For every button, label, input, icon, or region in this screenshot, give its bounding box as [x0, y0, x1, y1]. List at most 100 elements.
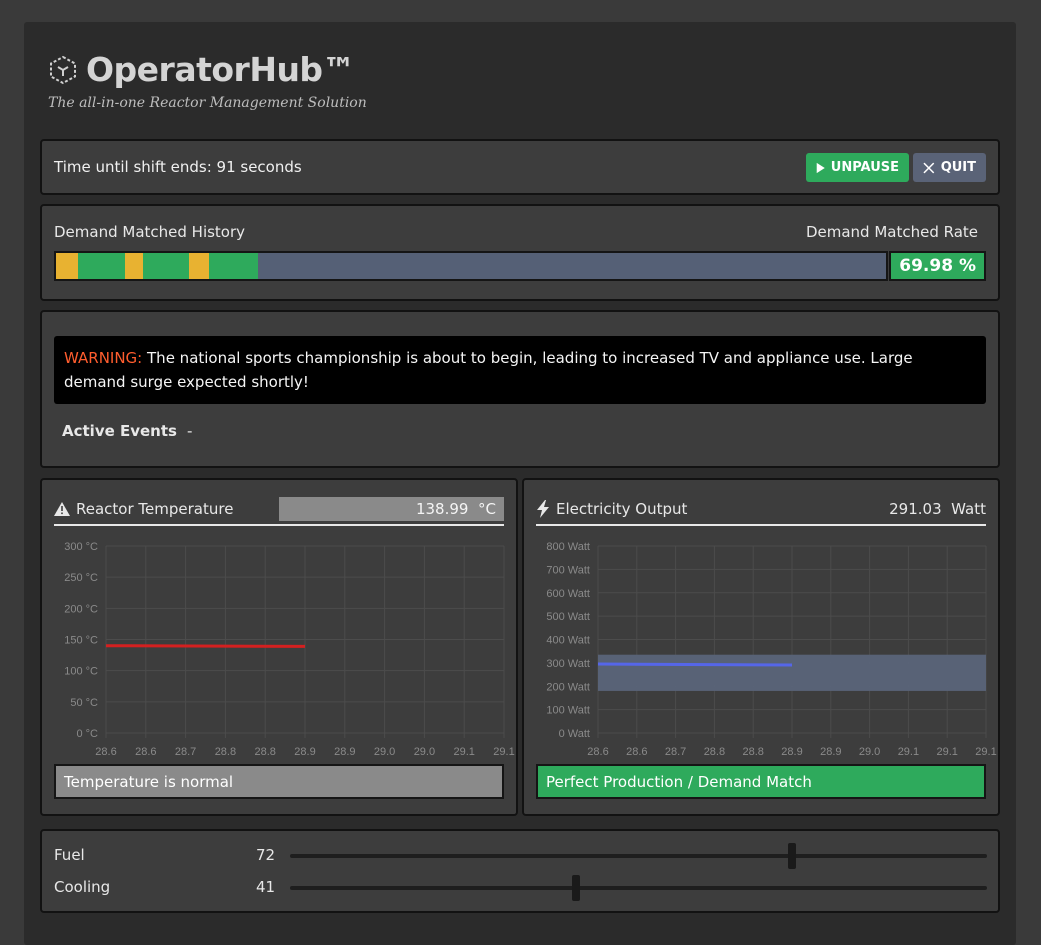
warning-label: WARNING: [64, 349, 143, 367]
app-container: OperatorHub™ The all-in-one Reactor Mana… [24, 22, 1016, 945]
y-tick-label: 0 Watt [559, 728, 590, 740]
demand-rate-title: Demand Matched Rate [805, 223, 978, 241]
x-tick-label: 29.0 [374, 746, 395, 756]
x-tick-label: 28.7 [175, 746, 196, 756]
y-tick-label: 800 Watt [546, 541, 590, 553]
fuel-value: 72 [256, 846, 276, 864]
y-tick-label: 300 °C [64, 541, 98, 553]
lightning-bolt-icon [537, 500, 549, 518]
electricity-title: Electricity Output [536, 500, 687, 518]
demand-history-panel: Demand Matched History Demand Matched Ra… [40, 204, 1000, 301]
controls-panel: Fuel 72 Cooling 41 [40, 829, 1000, 913]
x-tick-label: 28.6 [135, 746, 156, 756]
x-tick-label: 29.1 [936, 746, 957, 756]
header: OperatorHub™ The all-in-one Reactor Mana… [48, 50, 367, 111]
unpause-button[interactable]: UNPAUSE [806, 153, 909, 182]
electricity-chart: 0 Watt 100 Watt 200 Watt 300 Watt 400 Watt 50… [546, 541, 996, 756]
electricity-status: Perfect Production / Demand Match [536, 764, 986, 799]
y-tick-label: 700 Watt [546, 564, 590, 576]
x-tick-label: 28.8 [704, 746, 725, 756]
app-title: OperatorHub™ [86, 50, 356, 89]
cooling-slider-thumb[interactable] [571, 875, 580, 901]
cooling-label: Cooling [54, 878, 111, 896]
fuel-slider[interactable] [290, 854, 987, 858]
x-tick-label: 29.1 [493, 746, 514, 756]
reactor-temperature-panel: Reactor Temperature 138.99 °C 0 °C 50 °C 1… [40, 478, 518, 816]
electricity-title-text: Electricity Output [556, 500, 688, 518]
quit-label: QUIT [940, 160, 976, 175]
cooling-value: 41 [256, 878, 276, 896]
history-segment-6 [209, 253, 258, 279]
demand-history-bar [54, 251, 888, 281]
y-tick-label: 0 °C [76, 728, 98, 740]
x-tick-label: 29.1 [898, 746, 919, 756]
x-tick-label: 28.9 [781, 746, 802, 756]
temperature-title-text: Reactor Temperature [76, 500, 234, 518]
x-tick-label: 29.0 [859, 746, 880, 756]
close-icon [923, 162, 935, 173]
cooling-slider[interactable] [290, 886, 987, 890]
x-tick-label: 29.1 [453, 746, 474, 756]
play-icon [816, 162, 825, 173]
x-tick-label: 28.9 [820, 746, 841, 756]
shift-timer-panel: Time until shift ends: 91 seconds UNPAUS… [40, 139, 1000, 195]
temperature-status: Temperature is normal [54, 764, 504, 799]
x-tick-label: 28.8 [254, 746, 275, 756]
fuel-slider-thumb[interactable] [787, 843, 796, 869]
temperature-chart: 0 °C 50 °C 100 °C 150 °C 200 °C 250 °C 300 °C 2… [64, 541, 514, 756]
y-tick-label: 500 Watt [546, 611, 590, 623]
target-demand-band [598, 654, 986, 691]
unpause-label: UNPAUSE [830, 160, 899, 175]
history-segment-5 [189, 253, 209, 279]
electricity-value: 291.03 [889, 500, 942, 518]
history-segment-2 [78, 253, 125, 279]
temperature-title: Reactor Temperature [54, 500, 233, 518]
y-tick-label: 100 °C [64, 666, 98, 678]
fuel-label: Fuel [54, 846, 85, 864]
electricity-header: Electricity Output 291.03 Watt [536, 498, 986, 526]
y-tick-label: 300 Watt [546, 658, 590, 670]
x-tick-label: 28.8 [742, 746, 763, 756]
electricity-unit: Watt [951, 500, 986, 518]
x-tick-label: 29.0 [414, 746, 435, 756]
y-tick-label: 200 Watt [546, 681, 590, 693]
warning-text: The national sports championship is abou… [64, 349, 913, 391]
temperature-header: Reactor Temperature 138.99 °C [54, 497, 504, 526]
demand-history-title: Demand Matched History [54, 223, 246, 241]
x-tick-label: 29.1 [975, 746, 996, 756]
x-tick-label: 28.9 [294, 746, 315, 756]
electricity-readout: 291.03 Watt [889, 500, 986, 518]
y-tick-label: 400 Watt [546, 635, 590, 647]
quit-button[interactable]: QUIT [913, 153, 986, 182]
temperature-readout: 138.99 °C [279, 497, 504, 521]
electricity-output-panel: Electricity Output 291.03 Watt 0 Watt 100… [522, 478, 1000, 816]
series-line [105, 644, 306, 648]
history-segment-4 [143, 253, 189, 279]
active-events-value: - [187, 422, 193, 440]
demand-rate-value: 69.98 % [889, 251, 986, 281]
x-tick-label: 28.9 [334, 746, 355, 756]
series-line [597, 662, 793, 667]
brand: OperatorHub™ [48, 50, 367, 89]
x-tick-label: 28.6 [95, 746, 116, 756]
y-tick-label: 200 °C [64, 603, 98, 615]
temperature-value: 138.99 [415, 500, 469, 518]
app-tagline: The all-in-one Reactor Management Soluti… [48, 95, 367, 111]
history-segment-3 [125, 253, 143, 279]
x-tick-label: 28.6 [626, 746, 647, 756]
cube-logo-icon [50, 55, 76, 84]
x-tick-label: 28.6 [587, 746, 608, 756]
y-tick-label: 100 Watt [546, 705, 590, 717]
x-tick-label: 28.8 [215, 746, 236, 756]
active-events-label: Active Events [62, 422, 177, 440]
events-panel: WARNING: The national sports championshi… [40, 310, 1000, 468]
y-tick-label: 50 °C [70, 697, 98, 709]
y-tick-label: 250 °C [64, 572, 98, 584]
warning-triangle-icon [54, 502, 70, 516]
shift-timer-text: Time until shift ends: 91 seconds [54, 158, 302, 176]
y-tick-label: 150 °C [64, 635, 98, 647]
y-tick-label: 600 Watt [546, 588, 590, 600]
history-segment-1 [56, 253, 78, 279]
warning-message: WARNING: The national sports championshi… [54, 336, 986, 404]
x-tick-label: 28.7 [665, 746, 686, 756]
